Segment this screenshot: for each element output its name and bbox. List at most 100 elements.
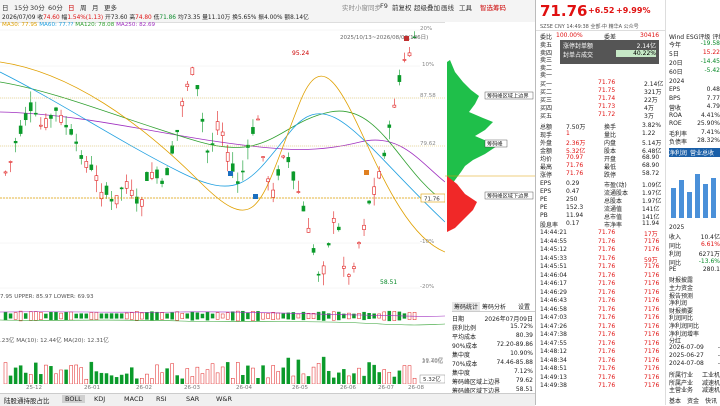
candle-body — [347, 274, 351, 277]
volume-bar — [236, 362, 240, 384]
volume-bar — [94, 371, 99, 384]
volume-bar — [130, 367, 134, 384]
vol-readout: .23亿 MA(10): 12.44亿 MA(20): 12.31亿 — [0, 336, 445, 344]
boll-bar — [377, 313, 381, 319]
strip-bottom-tab[interactable]: 快讯 — [705, 398, 717, 405]
tick-time: 14:47:03 — [540, 314, 567, 321]
strip-row: 2025-06-27- — [669, 352, 720, 359]
volume-bar — [114, 377, 119, 384]
boll-bar — [54, 311, 58, 321]
quote-row: 14:48:34 71.76 7176 — [540, 357, 663, 365]
quote-cell: 1 — [566, 130, 570, 137]
candle-body — [246, 144, 250, 148]
draw-button[interactable]: 画线 — [441, 2, 454, 12]
strip-label: 2025-06-27 — [669, 352, 704, 359]
strip-tab[interactable]: 营业总收 — [690, 150, 714, 157]
tab-boll[interactable]: BOLL — [62, 395, 85, 403]
quote-row: 14:47:26 71.76 7176 — [540, 323, 663, 331]
quote-cell: 68.90 — [642, 154, 660, 161]
boll-bar — [69, 311, 73, 321]
candle-body — [28, 102, 33, 112]
quote-row: 14:45:33 71.76 59万 — [540, 255, 663, 264]
boll-bar — [357, 313, 361, 319]
tab-wr[interactable]: W&R — [216, 395, 232, 403]
volume-bar — [8, 375, 13, 384]
x-date: 26-01 — [84, 385, 100, 391]
volume-bar — [352, 373, 356, 384]
period-month-tab[interactable]: 月 — [92, 2, 99, 12]
boll-bar — [382, 311, 386, 321]
strip-label: BPS — [669, 94, 681, 102]
candle-body — [261, 156, 265, 158]
candle-body — [150, 172, 154, 179]
candle-body — [331, 218, 336, 223]
strip-value: -5.42 — [704, 67, 720, 74]
tick-time: 14:44:21 — [540, 229, 567, 236]
candle-body — [367, 200, 371, 204]
candle-body — [69, 129, 73, 135]
boll-bar — [3, 311, 8, 321]
strip-value: 25.90% — [697, 120, 720, 127]
quote-cell: PB — [540, 212, 548, 219]
quote-row: 均价 70.97 开盘 68.90 — [540, 154, 663, 163]
ohlc-high: 74.80 — [135, 15, 152, 21]
tick-volume: 7176 — [644, 237, 660, 245]
fq-button[interactable]: 前复权 — [392, 2, 412, 12]
chip-info-row: 集中度 10.90% — [452, 350, 535, 359]
boll-bar — [114, 313, 119, 319]
tab-macd[interactable]: MACD — [124, 395, 143, 403]
chip-info-value: 72.20-89.86 — [496, 341, 533, 348]
candle-body — [84, 161, 89, 168]
candle-body — [59, 115, 63, 123]
x-date: 26-03 — [184, 385, 200, 391]
tab-hk-holding[interactable]: 陆股通持股占比 — [4, 395, 50, 405]
realtime-window-sync[interactable]: 实时小窗同步 — [342, 2, 381, 12]
candle-body — [241, 170, 245, 173]
chip-distribution[interactable]: 筹码峰区域上边界 筹码峰 筹码峰区域下边界 — [445, 22, 535, 302]
period-15min-tab[interactable]: 15分 — [14, 2, 29, 12]
overlay-button[interactable]: 超级叠加 — [414, 2, 440, 12]
period-more-tab[interactable]: 更多 — [104, 2, 117, 12]
tab-kdj[interactable]: KDJ — [94, 395, 105, 403]
boll-bar — [89, 312, 94, 320]
vol-tick-2140: 21.40亿 — [422, 359, 444, 365]
smart-chip-label[interactable]: 智选筹码 — [480, 2, 506, 12]
boll-panel[interactable] — [0, 302, 445, 330]
strip-tab[interactable]: 净利润 — [669, 150, 687, 157]
seal-ratio-label: 封单占成交 — [563, 52, 594, 59]
f9-button[interactable]: F9 — [380, 2, 388, 10]
strip-bottom-tab[interactable]: 资金 — [687, 398, 699, 405]
strip-value: -14.45 — [700, 58, 720, 65]
volume-bar — [347, 375, 351, 384]
strip-bottom-tabs: 基本 资金 快讯 — [669, 396, 720, 405]
period-30min-tab[interactable]: 30分 — [30, 2, 45, 12]
candle-body — [155, 169, 159, 179]
tab-rsi[interactable]: RSI — [156, 395, 167, 403]
strip-label: 2026-07-09 — [669, 344, 704, 351]
strip-bottom-tab[interactable]: 基本 — [669, 398, 681, 405]
quote-row: 14:49:38 71.76 7176 — [540, 382, 663, 390]
strip-value: 6.61% — [700, 240, 720, 248]
volume-bar — [165, 368, 169, 384]
boll-bar — [225, 312, 230, 320]
tab-sar[interactable]: SAR — [186, 395, 199, 403]
x-axis: 25-12 26-01 26-02 26-03 26-04 26-05 26-0… — [0, 385, 445, 393]
strip-value: -13.6% — [698, 257, 720, 265]
tick-price: 71.76 — [598, 271, 616, 279]
quote-cell: 3.82% — [642, 122, 662, 129]
period-day-tab[interactable]: 日 — [2, 2, 9, 12]
candle-body — [44, 118, 48, 128]
period-daily-tab[interactable]: 日 — [68, 2, 75, 12]
candlestick-chart[interactable]: 95.24 58.51 2025/10/13~2026/08/03(186日) … — [0, 22, 445, 294]
tools-button[interactable]: 工具 — [459, 2, 472, 12]
period-week-tab[interactable]: 周 — [80, 2, 87, 12]
volume-bar — [109, 375, 114, 384]
x-date: 25-12 — [26, 385, 42, 391]
chip-lower-text: 筹码峰区域下边界 — [487, 192, 529, 200]
quote-row: 涨停 71.76 跌停 58.72 — [540, 170, 663, 179]
volume-panel[interactable]: 10.70亿 5.32亿 — [0, 344, 445, 384]
low-mark-label: 58.51 — [380, 279, 397, 286]
volume-bar — [150, 378, 154, 384]
period-60min-tab[interactable]: 60分 — [48, 2, 63, 12]
candle-body — [407, 52, 412, 57]
